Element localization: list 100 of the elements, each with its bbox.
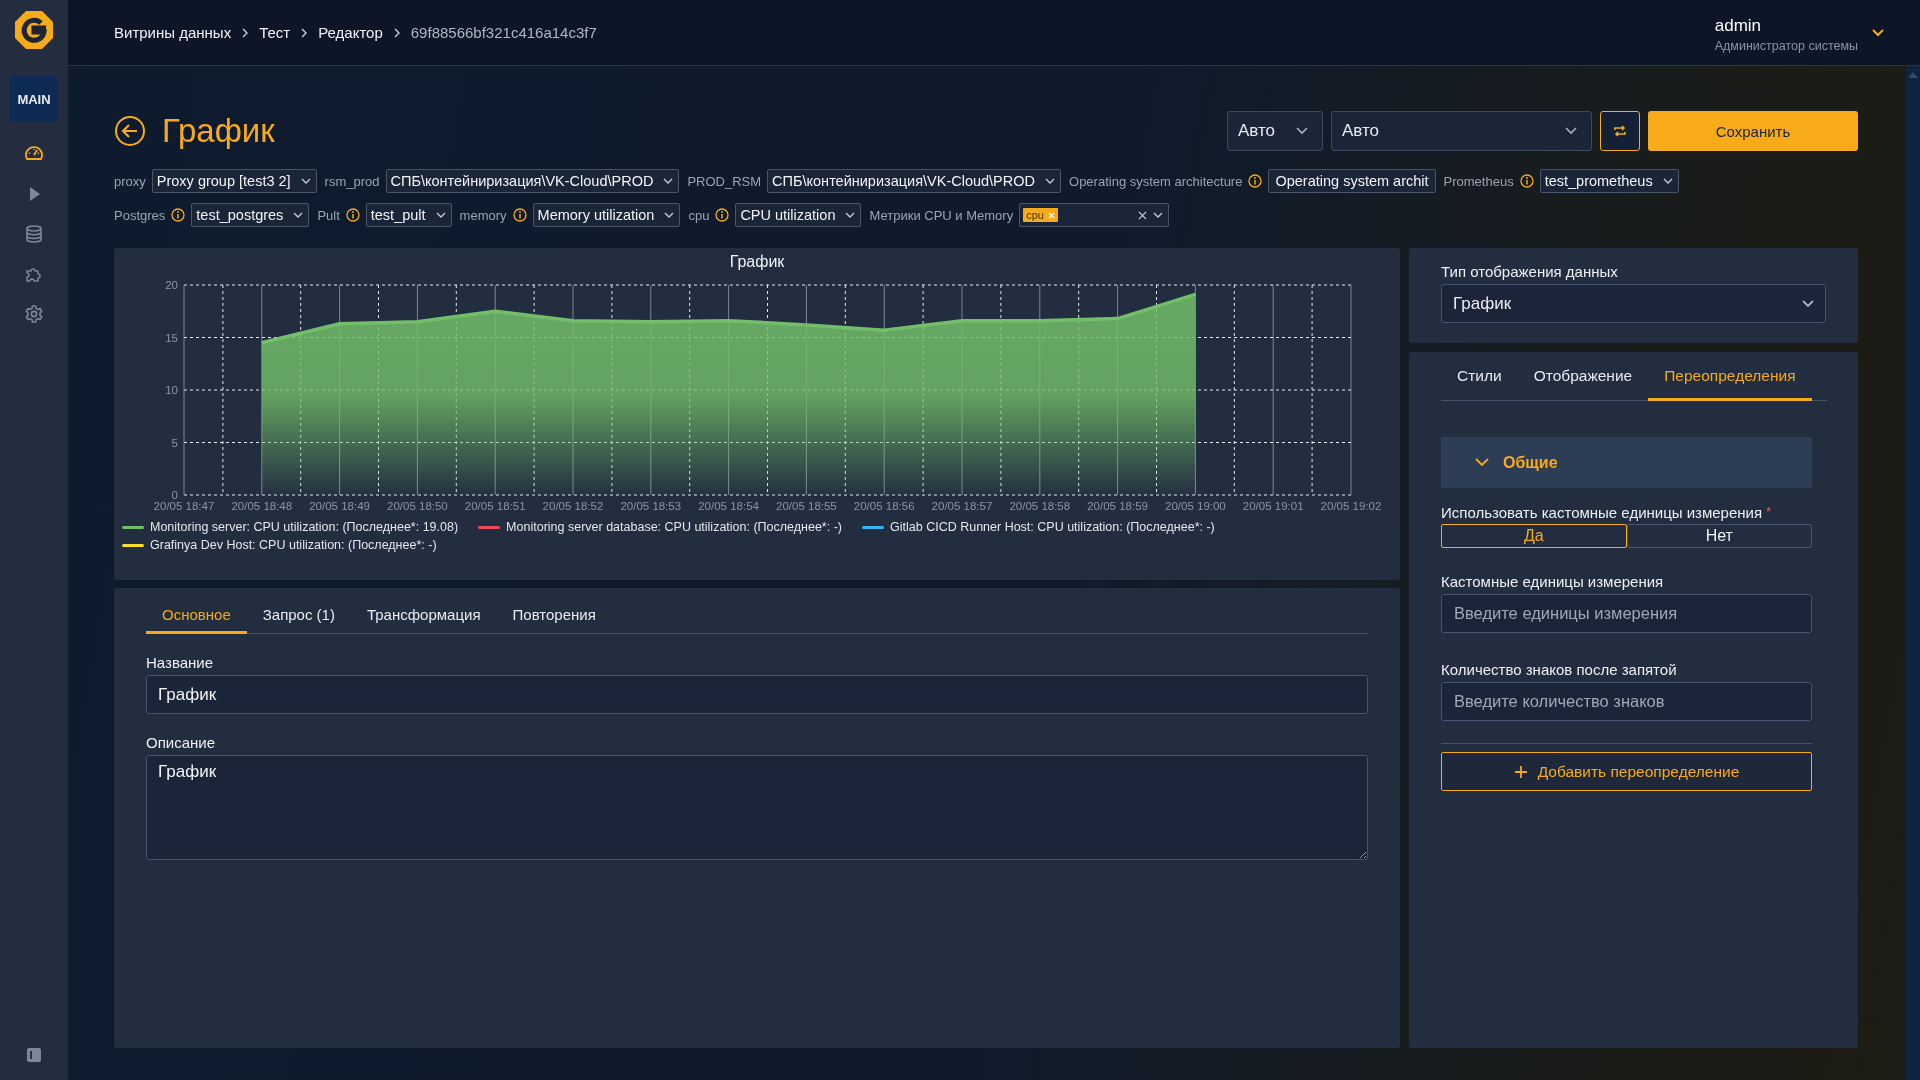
filter-label: Postgres xyxy=(114,207,166,223)
y-axis-label: 15 xyxy=(165,331,178,344)
x-axis-label: 20/05 18:50 xyxy=(387,500,448,512)
chevron-down-icon xyxy=(1662,178,1673,184)
breadcrumb-link[interactable]: Редактор xyxy=(318,24,383,41)
chevron-down-icon xyxy=(663,178,674,184)
filter-select[interactable]: test_pult xyxy=(365,203,452,227)
section-header[interactable]: Общие xyxy=(1441,437,1812,488)
chevron-down-icon xyxy=(664,212,675,218)
toggle-option[interactable]: Нет xyxy=(1626,524,1812,548)
breadcrumb-link[interactable]: Тест xyxy=(259,24,291,41)
tag-chip[interactable]: cpu xyxy=(1023,208,1058,222)
tab[interactable]: Переопределения xyxy=(1648,354,1812,401)
clear-icon[interactable] xyxy=(1138,210,1148,220)
plus-icon xyxy=(1513,764,1528,779)
legend-label[interactable]: Gitlab CICD Runner Host: CPU utilization: (Последнее*: -) xyxy=(890,520,1215,534)
description-field[interactable]: График xyxy=(146,755,1368,860)
legend-label[interactable]: Monitoring server database: CPU utilization: (Последнее*: -) xyxy=(506,520,842,534)
chevron-down-icon xyxy=(1296,127,1308,135)
time-select[interactable]: Авто xyxy=(1331,111,1592,151)
tab[interactable]: Трансформация xyxy=(350,598,497,634)
tab[interactable]: Запрос (1) xyxy=(246,598,351,634)
toggle-option[interactable]: Да xyxy=(1441,524,1627,548)
legend-label[interactable]: Grafinya Dev Host: CPU utilization: (Последнее*: -) xyxy=(150,538,437,552)
tab[interactable]: Основное xyxy=(146,598,247,634)
info-icon[interactable] xyxy=(512,208,527,222)
filter-input[interactable]: Operating system archit xyxy=(1268,169,1436,193)
database-icon xyxy=(24,224,44,244)
refresh-button[interactable] xyxy=(1600,111,1640,151)
info-icon[interactable] xyxy=(345,208,360,222)
x-axis-label: 20/05 18:59 xyxy=(1087,500,1148,512)
chevron-right-icon xyxy=(392,27,401,38)
filter-select[interactable]: CPU utilization xyxy=(735,203,862,227)
x-axis-label: 20/05 18:51 xyxy=(464,500,526,512)
y-axis-label: 5 xyxy=(171,436,178,449)
x-axis-label: 20/05 18:55 xyxy=(776,500,837,512)
chevron-down-icon[interactable] xyxy=(1153,212,1164,218)
input-field[interactable]: Введите единицы измерения xyxy=(1441,594,1812,633)
add-override-button[interactable]: Добавить переопределение xyxy=(1441,752,1812,791)
settings-icon xyxy=(24,304,44,324)
filter-select[interactable]: test_postgres xyxy=(191,203,310,227)
filter-select[interactable]: Proxy group [test3 2] xyxy=(151,169,317,193)
y-axis-label: 10 xyxy=(165,384,178,396)
field-label: Описание xyxy=(146,734,217,751)
x-axis-label: 20/05 19:01 xyxy=(1242,500,1304,512)
info-icon[interactable] xyxy=(171,208,186,222)
chevron-down-icon xyxy=(1565,127,1577,135)
tab[interactable]: Повторения xyxy=(496,598,612,634)
x-axis-label: 20/05 18:49 xyxy=(309,500,370,512)
back-icon[interactable] xyxy=(114,115,146,147)
filter-label: Operating system architecture xyxy=(1069,173,1243,189)
filter-select[interactable]: test_prometheus xyxy=(1539,169,1679,193)
filter-multiselect[interactable]: cpu xyxy=(1019,203,1170,227)
panel-icon[interactable] xyxy=(27,1048,41,1062)
chevron-down-icon[interactable] xyxy=(1872,28,1884,37)
tab[interactable]: Стили xyxy=(1441,354,1518,401)
user-role: Администратор системы xyxy=(1714,39,1858,53)
chevron-right-icon xyxy=(241,27,250,38)
chart-title: График xyxy=(728,252,786,272)
field-label: Количество знаков после запятой xyxy=(1441,661,1678,678)
x-axis-label: 20/05 18:54 xyxy=(698,500,759,512)
field-label: Тип отображения данных xyxy=(1441,263,1619,280)
breadcrumb-link[interactable]: Витрины данных xyxy=(114,24,232,41)
section-title: Общие xyxy=(1503,453,1558,472)
scrollbar[interactable] xyxy=(1906,66,1920,1080)
filter-select[interactable]: СПБ\контейниризация\VK-Cloud\PROD xyxy=(767,169,1061,193)
page-title: График xyxy=(162,112,275,150)
workspace-badge[interactable]: MAIN xyxy=(10,76,58,122)
required-mark: * xyxy=(1766,504,1772,521)
filter-label: proxy xyxy=(114,173,146,189)
x-axis-label: 20/05 19:02 xyxy=(1320,500,1382,512)
info-icon[interactable] xyxy=(715,208,730,222)
info-icon[interactable] xyxy=(1248,174,1263,188)
save-button[interactable]: Сохранить xyxy=(1648,111,1858,151)
chevron-down-icon xyxy=(435,212,446,218)
tab[interactable]: Отображение xyxy=(1517,354,1649,401)
filter-label: rsm_prod xyxy=(324,173,380,189)
chevron-down-icon xyxy=(1045,178,1055,184)
user-name: admin xyxy=(1714,16,1763,36)
filter-label: cpu xyxy=(688,207,710,223)
name-field[interactable]: График xyxy=(146,675,1368,714)
legend-label[interactable]: Monitoring server: CPU utilization: (Последнее*: 19.08) xyxy=(150,520,459,534)
filter-label: Метрики CPU и Memory xyxy=(869,207,1014,223)
breadcrumb-link[interactable]: 69f88566bf321c416a14c3f7 xyxy=(410,24,597,41)
field-label: Кастомные единицы измерения xyxy=(1441,573,1665,590)
input-field[interactable]: Введите количество знаков xyxy=(1441,682,1812,721)
info-icon[interactable] xyxy=(1519,174,1534,188)
x-axis-label: 20/05 18:58 xyxy=(1009,500,1071,512)
logo-icon[interactable] xyxy=(14,10,54,50)
filter-select[interactable]: Memory utilization xyxy=(532,203,681,227)
chevron-right-icon xyxy=(300,27,309,38)
time-select[interactable]: Авто xyxy=(1227,111,1323,151)
y-axis-label: 0 xyxy=(171,489,178,501)
chevron-down-icon xyxy=(1802,299,1814,308)
y-axis-label: 20 xyxy=(165,279,178,291)
x-axis-label: 20/05 18:47 xyxy=(153,500,215,512)
filter-select[interactable]: СПБ\контейниризация\VK-Cloud\PROD xyxy=(385,169,680,193)
x-axis-label: 20/05 18:52 xyxy=(542,500,604,512)
x-axis-label: 20/05 19:00 xyxy=(1165,500,1226,512)
display-type-select[interactable]: График xyxy=(1441,284,1826,323)
